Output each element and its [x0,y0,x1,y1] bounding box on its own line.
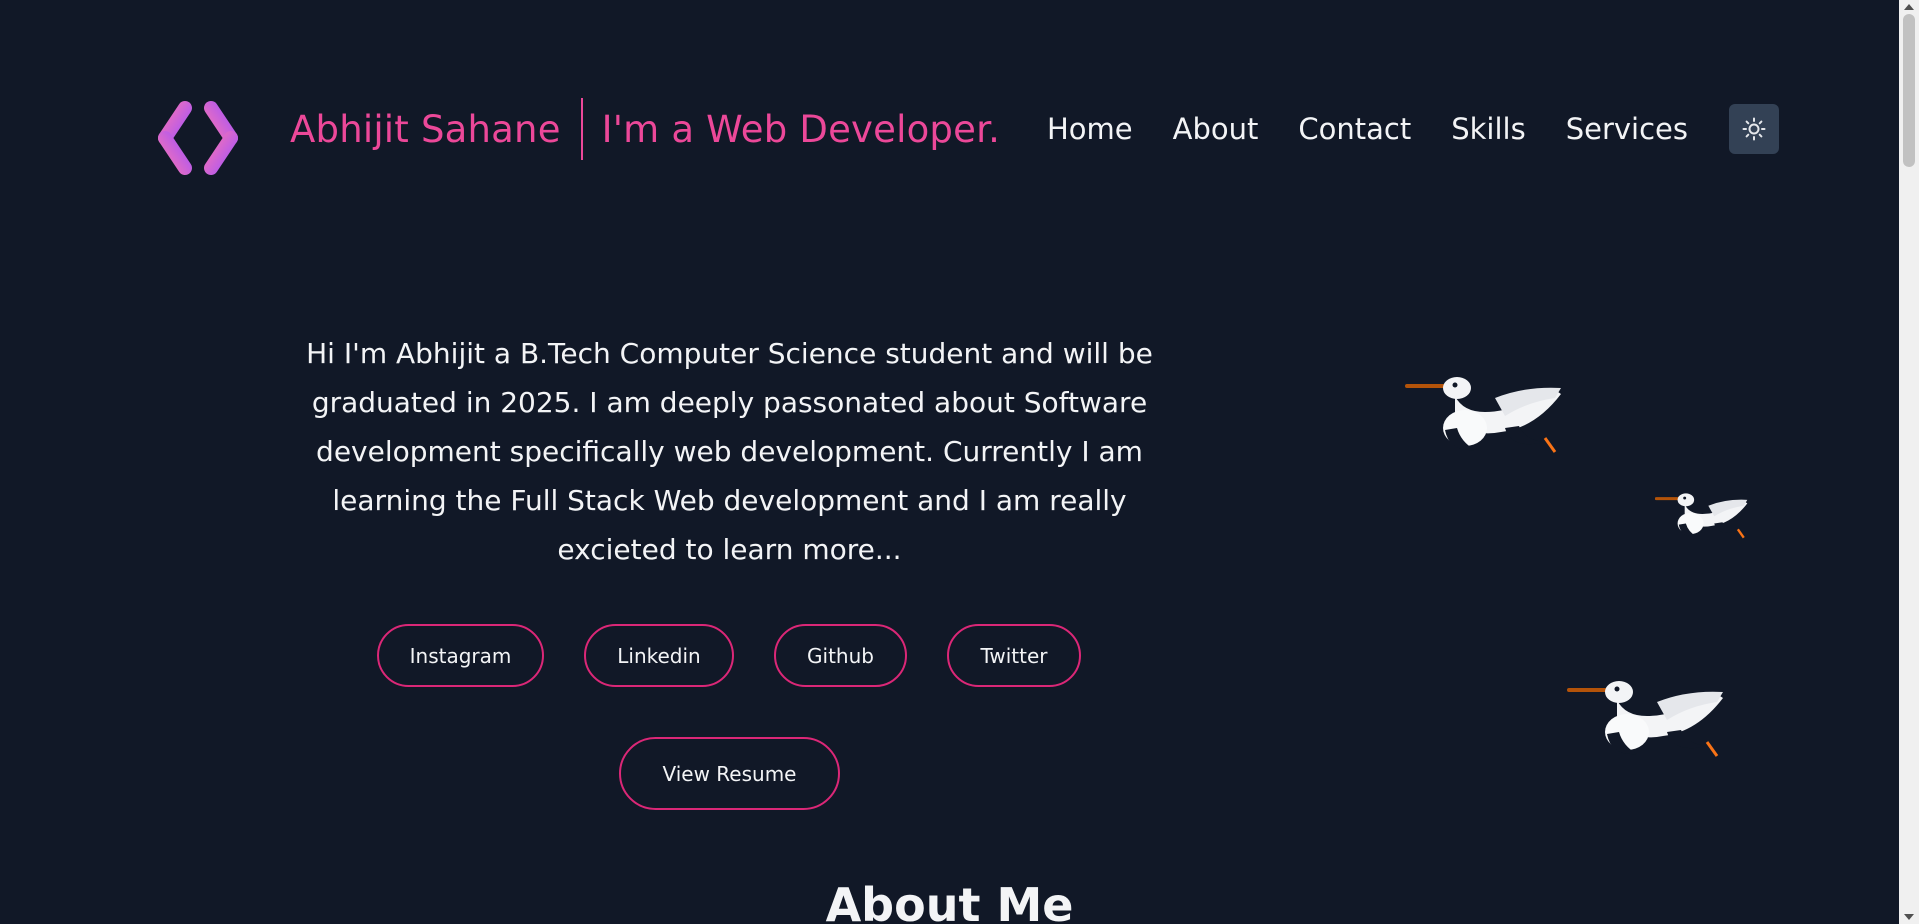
page: Abhijit Sahane I'm a Web Developer. Home… [0,0,1899,924]
scroll-up-arrow-icon[interactable] [1904,4,1914,10]
instagram-button[interactable]: Instagram [377,624,544,687]
stork-icon [1567,681,1723,757]
nav-contact[interactable]: Contact [1298,112,1411,146]
brand-tagline: I'm a Web Developer. [601,107,1001,151]
nav-about[interactable]: About [1173,112,1259,146]
main-nav: Home About Contact Skills Services [1047,104,1728,154]
nav-home[interactable]: Home [1047,112,1133,146]
logo-icon[interactable] [155,98,241,178]
brand-divider [580,98,583,160]
sun-icon [1742,117,1766,141]
brand: Abhijit Sahane I'm a Web Developer. [290,98,1000,160]
stork-icon [1405,377,1561,453]
theme-toggle-button[interactable] [1729,104,1779,154]
view-resume-button[interactable]: View Resume [619,737,840,810]
bio-line: learning the Full Stack Web development … [332,484,1127,517]
scroll-down-arrow-icon[interactable] [1904,914,1914,920]
nav-skills[interactable]: Skills [1451,112,1525,146]
twitter-button[interactable]: Twitter [947,624,1081,687]
bio-line: Hi I'm Abhijit a B.Tech Computer Science… [306,337,1153,370]
stork-icon [1655,493,1748,539]
scroll-thumb[interactable] [1903,14,1915,167]
nav-services[interactable]: Services [1566,112,1688,146]
bio-line: development specifically web development… [316,435,1143,468]
bio-line: graduated in 2025. I am deeply passonate… [311,386,1148,419]
brand-name: Abhijit Sahane [290,107,561,151]
about-heading: About Me [825,878,1074,924]
github-button[interactable]: Github [774,624,907,687]
vertical-scrollbar[interactable] [1899,0,1919,924]
hero-bio: Hi I'm Abhijit a B.Tech Computer Science… [262,329,1197,574]
linkedin-button[interactable]: Linkedin [584,624,734,687]
bio-line: excieted to learn more... [557,533,902,566]
social-links: Instagram Linkedin Github Twitter [377,624,1081,687]
